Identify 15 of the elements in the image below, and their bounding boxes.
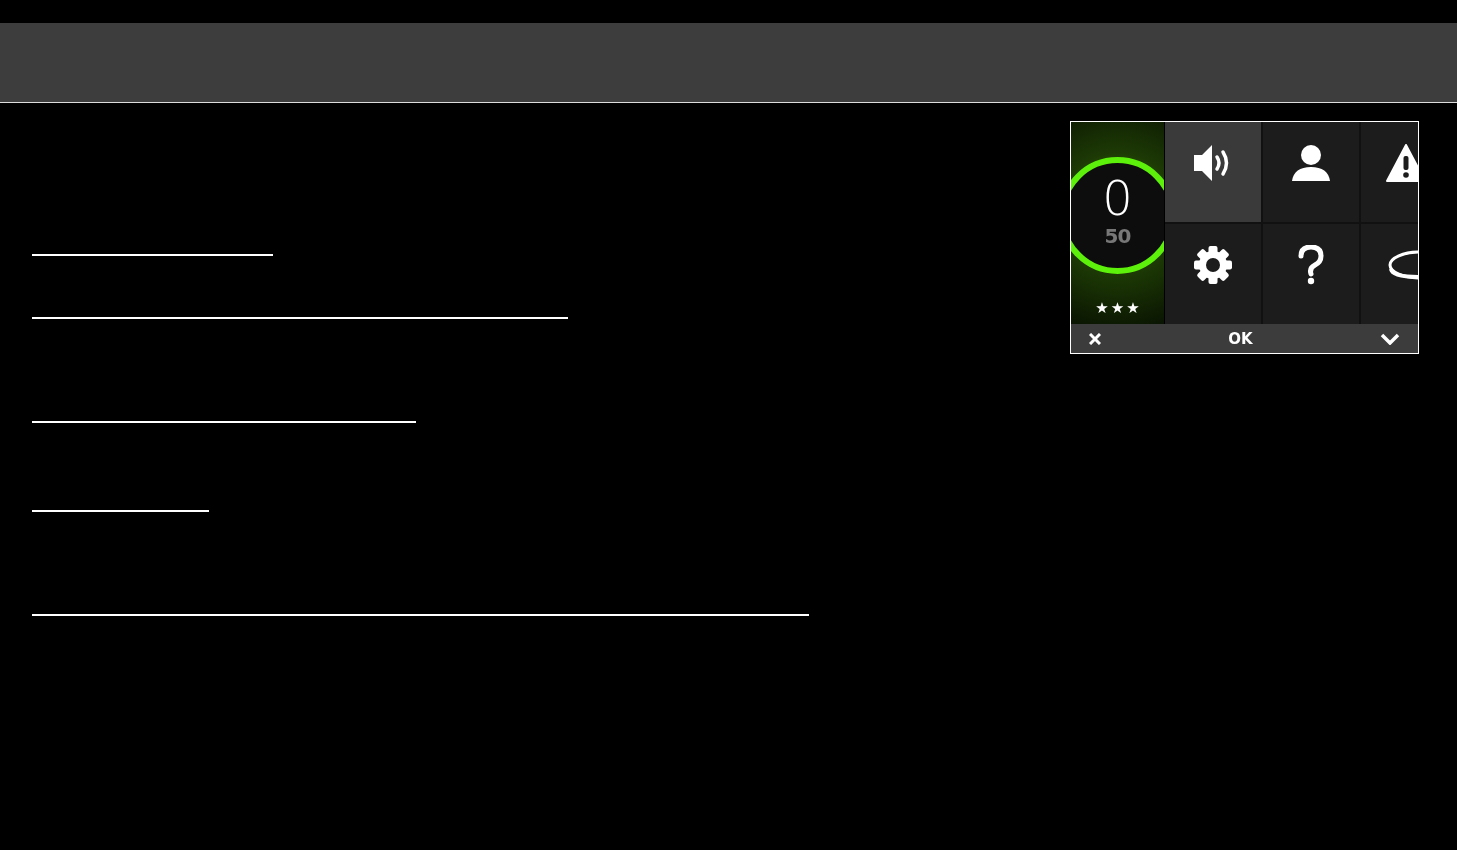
star-icon: ★ bbox=[1110, 301, 1125, 316]
ok-button[interactable]: OK bbox=[1228, 329, 1253, 348]
menu-tile[interactable] bbox=[1165, 122, 1261, 222]
person-icon bbox=[1291, 144, 1331, 182]
star-icon: ★ bbox=[1095, 301, 1109, 316]
chevron-down-button[interactable] bbox=[1380, 332, 1400, 345]
menu-tile[interactable] bbox=[1263, 224, 1359, 324]
score-target: 50 bbox=[1104, 226, 1131, 246]
menu-tile[interactable] bbox=[1165, 224, 1261, 324]
menu-tile[interactable] bbox=[1263, 122, 1359, 222]
help-icon bbox=[1297, 245, 1325, 285]
gear-icon bbox=[1193, 245, 1233, 285]
star-icon: ★ bbox=[1126, 301, 1140, 316]
close-button[interactable] bbox=[1089, 332, 1101, 345]
score-value: 0 bbox=[1102, 174, 1133, 222]
